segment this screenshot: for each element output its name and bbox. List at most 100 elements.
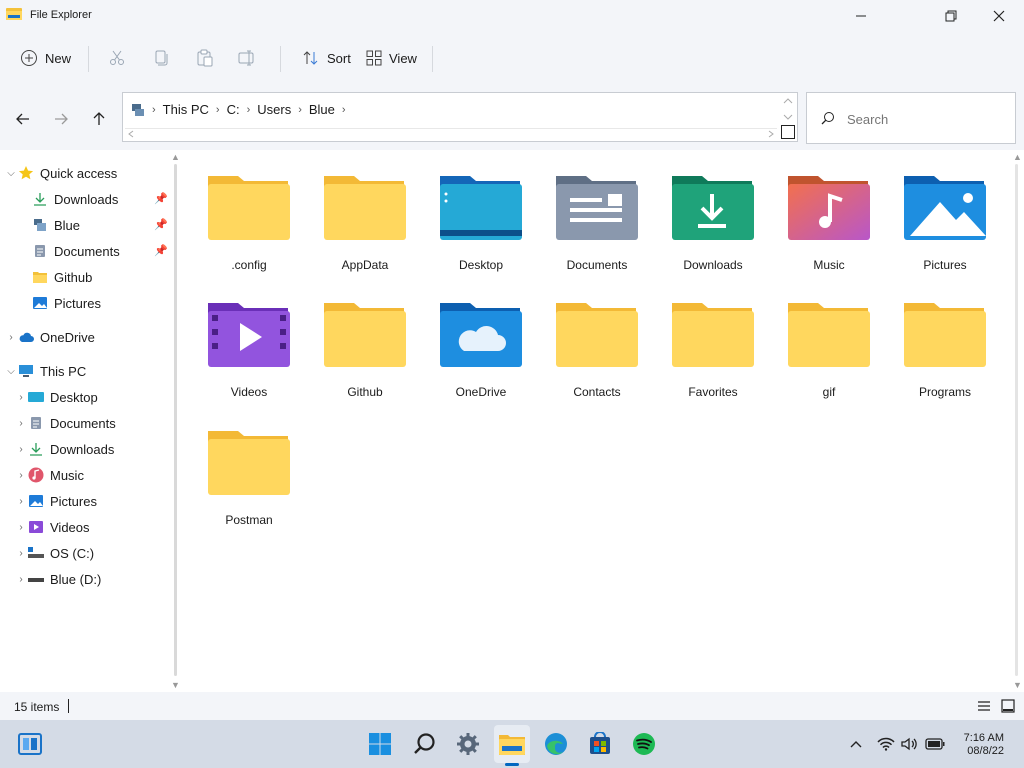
folder-name: Favorites: [688, 385, 738, 399]
sidebar-item-downloads[interactable]: › Downloads: [14, 437, 114, 461]
volume-button[interactable]: [900, 730, 920, 758]
store-icon: [590, 732, 610, 754]
edge-taskbar-button[interactable]: [542, 730, 570, 758]
sidebar-item-blue-drive[interactable]: › Blue (D:): [14, 567, 101, 591]
restore-button[interactable]: [928, 0, 974, 32]
breadcrumb-users[interactable]: Users: [257, 102, 291, 117]
chevron-right-icon[interactable]: ›: [14, 470, 28, 481]
sidebar-item-documents[interactable]: › Documents: [14, 411, 115, 435]
folder-item[interactable]: Pictures: [886, 150, 996, 272]
scroll-up-icon[interactable]: ▲: [1013, 152, 1022, 162]
folder-icon: [324, 303, 406, 367]
widgets-button[interactable]: [16, 730, 44, 758]
sidebar-item-quick-access[interactable]: ⌵ Quick access: [4, 161, 117, 185]
scroll-thumb[interactable]: [174, 164, 177, 676]
sidebar-label: OneDrive: [40, 329, 95, 345]
scroll-up-icon[interactable]: ▲: [171, 152, 180, 162]
store-taskbar-button[interactable]: [586, 730, 614, 758]
file-explorer-taskbar-button[interactable]: [498, 730, 526, 758]
folder-item[interactable]: Github: [306, 277, 416, 399]
chevron-right-icon[interactable]: ›: [14, 522, 28, 533]
chevron-down-icon[interactable]: ⌵: [4, 168, 18, 179]
cut-button[interactable]: [108, 44, 126, 72]
network-button[interactable]: [876, 730, 896, 758]
folder-item[interactable]: gif: [770, 277, 880, 399]
sidebar-item-blue[interactable]: Blue: [18, 213, 80, 237]
folder-item[interactable]: .config: [190, 150, 300, 272]
sidebar-label: Videos: [50, 519, 90, 535]
folder-item[interactable]: Music: [770, 150, 880, 272]
folder-item[interactable]: Postman: [190, 405, 300, 527]
scroll-thumb[interactable]: [1015, 164, 1018, 676]
search-box[interactable]: Search: [806, 92, 1016, 144]
chevron-right-icon[interactable]: ›: [14, 548, 28, 559]
navigation-pane: ⌵ Quick access Downloads 📌 Blue 📌 Docume…: [0, 150, 186, 692]
start-button[interactable]: [366, 730, 394, 758]
sidebar-item-videos[interactable]: › Videos: [14, 515, 90, 539]
folder-icon: [904, 303, 986, 367]
chevron-down-icon[interactable]: ⌵: [4, 366, 18, 377]
desktop-icon: [28, 389, 44, 405]
windows-icon: [369, 733, 391, 755]
chevron-right-icon[interactable]: ›: [14, 444, 28, 455]
search-taskbar-button[interactable]: [411, 730, 439, 758]
sidebar-item-os-drive[interactable]: › OS (C:): [14, 541, 94, 565]
paste-button[interactable]: [196, 44, 214, 72]
address-bar[interactable]: › This PC › C: › Users › Blue ›: [122, 92, 798, 142]
forward-button[interactable]: [50, 108, 72, 130]
sidebar-item-github[interactable]: Github: [18, 265, 92, 289]
battery-button[interactable]: [924, 730, 946, 758]
sidebar-item-documents[interactable]: Documents: [18, 239, 120, 263]
folder-item[interactable]: Desktop: [422, 150, 532, 272]
close-button[interactable]: [976, 0, 1022, 32]
folder-item[interactable]: Downloads: [654, 150, 764, 272]
address-vertical-scrollbar[interactable]: [781, 95, 795, 127]
sidebar-scrollbar[interactable]: ▲ ▼: [168, 150, 184, 692]
folder-item[interactable]: Favorites: [654, 277, 764, 399]
breadcrumb-blue[interactable]: Blue: [309, 102, 335, 117]
system-clock[interactable]: 7:16 AM 08/8/22: [958, 732, 1004, 758]
large-icons-view-button[interactable]: [1000, 698, 1016, 714]
sidebar-item-pictures[interactable]: › Pictures: [14, 489, 97, 513]
back-button[interactable]: [12, 108, 34, 130]
breadcrumb-this-pc[interactable]: This PC: [163, 102, 209, 117]
chevron-right-icon[interactable]: ›: [14, 392, 28, 403]
chevron-right-icon[interactable]: ›: [14, 418, 28, 429]
sidebar-item-onedrive[interactable]: › OneDrive: [4, 325, 95, 349]
show-hidden-icons-button[interactable]: [846, 730, 866, 758]
gear-icon: [457, 733, 479, 755]
videos-icon: [28, 519, 44, 535]
chevron-right-icon[interactable]: ›: [4, 332, 18, 343]
up-button[interactable]: [88, 108, 110, 130]
sidebar-item-desktop[interactable]: › Desktop: [14, 385, 97, 409]
rename-icon: [238, 50, 254, 66]
folder-item[interactable]: Videos: [190, 277, 300, 399]
content-scrollbar[interactable]: ▲ ▼: [1010, 150, 1024, 692]
folder-item[interactable]: Programs: [886, 277, 996, 399]
minimize-button[interactable]: [838, 0, 884, 32]
copy-button[interactable]: [152, 44, 170, 72]
scroll-down-icon[interactable]: ▼: [171, 680, 180, 690]
sidebar-item-this-pc[interactable]: ⌵ This PC: [4, 359, 86, 383]
folder-item[interactable]: Documents: [538, 150, 648, 272]
sidebar-item-music[interactable]: › Music: [14, 463, 84, 487]
folder-item[interactable]: AppData: [306, 150, 416, 272]
scroll-down-icon[interactable]: ▼: [1013, 680, 1022, 690]
chevron-right-icon[interactable]: ›: [14, 496, 28, 507]
folder-item[interactable]: OneDrive: [422, 277, 532, 399]
address-horizontal-scrollbar[interactable]: [125, 128, 777, 139]
rename-button[interactable]: [238, 44, 256, 72]
settings-taskbar-button[interactable]: [454, 730, 482, 758]
folder-item[interactable]: Contacts: [538, 277, 648, 399]
sidebar-item-downloads[interactable]: Downloads: [18, 187, 118, 211]
details-view-button[interactable]: [976, 698, 992, 714]
separator: [280, 46, 281, 72]
sidebar-item-pictures[interactable]: Pictures: [18, 291, 101, 315]
chevron-right-icon: ›: [152, 103, 156, 116]
breadcrumb-c-drive[interactable]: C:: [227, 102, 240, 117]
view-button[interactable]: View: [366, 44, 417, 72]
spotify-taskbar-button[interactable]: [630, 730, 658, 758]
new-button[interactable]: New: [20, 44, 71, 72]
sort-button[interactable]: Sort: [302, 44, 351, 72]
chevron-right-icon[interactable]: ›: [14, 574, 28, 585]
